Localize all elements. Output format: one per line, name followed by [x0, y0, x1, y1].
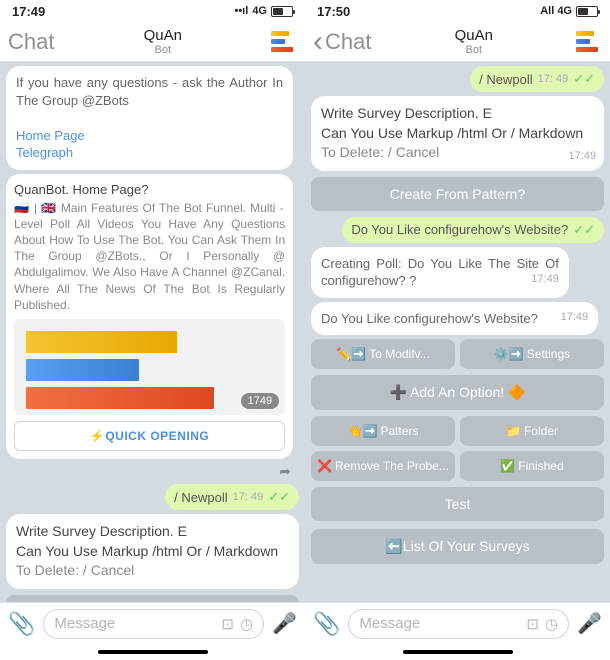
bot-prompt: Write Survey Description. E Can You Use … [6, 514, 299, 589]
message-input[interactable]: Message ⊡◷ [348, 609, 569, 639]
create-from-pattern-button[interactable]: Create From Pattern? [6, 595, 299, 602]
timer-icon[interactable]: ◷ [545, 615, 558, 633]
back-label[interactable]: Chat [8, 29, 54, 55]
header-title[interactable]: QuAn Bot [54, 27, 271, 56]
telegraph-link[interactable]: Telegraph [16, 145, 73, 160]
battery-icon [576, 6, 598, 17]
share-icon[interactable]: ➦ [273, 463, 297, 480]
poll-question: Do You Like configurehow's Website?17:49 [311, 302, 598, 336]
button-grid: ✏️➡️To Modifv... ⚙️➡️Settings [311, 339, 604, 369]
preview-image: 1749 [14, 319, 285, 415]
message-fragment: If you have any questions - ask the Auth… [6, 66, 293, 170]
chat-scroll[interactable]: If you have any questions - ask the Auth… [0, 62, 305, 602]
add-option-button[interactable]: ➕ Add An Option! 🔶 [311, 375, 604, 410]
status-right: ••ıl 4G [234, 5, 293, 17]
patterns-button[interactable]: 👋➡️Patters [311, 416, 455, 446]
modify-button[interactable]: ✏️➡️To Modifv... [311, 339, 455, 369]
home-indicator[interactable] [0, 644, 305, 660]
outgoing-message: Do You Like configurehow's Website?✓✓ [342, 217, 604, 243]
status-time: 17:49 [12, 4, 45, 19]
chat-header: Chat QuAn Bot [0, 22, 305, 62]
input-bar: 📎 Message ⊡◷ 🎤 [0, 602, 305, 644]
list-surveys-button[interactable]: ⬅️List Of Your Surveys [311, 529, 604, 564]
read-tick-icon: ✓✓ [573, 71, 595, 87]
chat-scroll[interactable]: / Newpoll17: 49✓✓ Write Survey Descripti… [305, 62, 610, 602]
input-bar: 📎 Message ⊡◷ 🎤 [305, 602, 610, 644]
creating-poll: Creating Poll: Do You Like The Site Of c… [311, 247, 569, 298]
status-bar: 17:50 All 4G [305, 0, 610, 22]
sticker-icon[interactable]: ⊡ [221, 615, 234, 633]
bot-avatar-icon[interactable] [576, 29, 602, 55]
test-button[interactable]: Test [311, 487, 604, 521]
outgoing-message: / Newpoll17: 49✓✓ [165, 484, 299, 510]
home-indicator[interactable] [305, 644, 610, 660]
home-page-link[interactable]: Home Page [16, 128, 85, 143]
phone-right: 17:50 All 4G ‹ Chat QuAn Bot / Newpoll17… [305, 0, 610, 660]
status-time: 17:50 [317, 4, 350, 19]
remove-button[interactable]: ❌Remove The Probe... [311, 451, 455, 481]
card-body: 🇷🇺 | 🇬🇧 Main Features Of The Bot Funnel.… [14, 200, 285, 313]
attach-icon[interactable]: 📎 [313, 611, 340, 637]
quick-opening-button[interactable]: ⚡QUICK OPENING [14, 421, 285, 451]
button-grid: 👋➡️Patters 📁Folder ❌Remove The Probe... … [311, 416, 604, 481]
status-bar: 17:49 ••ıl 4G [0, 0, 305, 22]
signal-icon: ••ıl [234, 5, 248, 17]
folder-button[interactable]: 📁Folder [460, 416, 604, 446]
mic-icon[interactable]: 🎤 [577, 611, 602, 636]
settings-button[interactable]: ⚙️➡️Settings [460, 339, 604, 369]
timer-icon[interactable]: ◷ [240, 615, 253, 633]
mic-icon[interactable]: 🎤 [272, 611, 297, 636]
sticker-icon[interactable]: ⊡ [526, 615, 539, 633]
read-tick-icon: ✓✓ [573, 222, 595, 238]
back-icon[interactable]: ‹ [313, 25, 323, 59]
finished-button[interactable]: ✅Finished [460, 451, 604, 481]
message-input[interactable]: Message ⊡◷ [43, 609, 264, 639]
header-title[interactable]: QuAn Bot [371, 27, 576, 56]
create-from-pattern-button[interactable]: Create From Pattern? [311, 177, 604, 211]
card-title: QuanBot. Home Page? [14, 182, 285, 197]
outgoing-message: / Newpoll17: 49✓✓ [470, 66, 604, 92]
attach-icon[interactable]: 📎 [8, 611, 35, 637]
bot-prompt: Write Survey Description. E Can You Use … [311, 96, 604, 171]
status-right: All 4G [540, 5, 598, 17]
view-count-badge: 1749 [241, 393, 279, 409]
bot-avatar-icon[interactable] [271, 29, 297, 55]
chat-header: ‹ Chat QuAn Bot [305, 22, 610, 62]
link-preview-card[interactable]: QuanBot. Home Page? 🇷🇺 | 🇬🇧 Main Feature… [6, 174, 293, 459]
battery-icon [271, 6, 293, 17]
back-label[interactable]: Chat [325, 29, 371, 55]
read-tick-icon: ✓✓ [268, 489, 290, 505]
phone-left: 17:49 ••ıl 4G Chat QuAn Bot If you have … [0, 0, 305, 660]
